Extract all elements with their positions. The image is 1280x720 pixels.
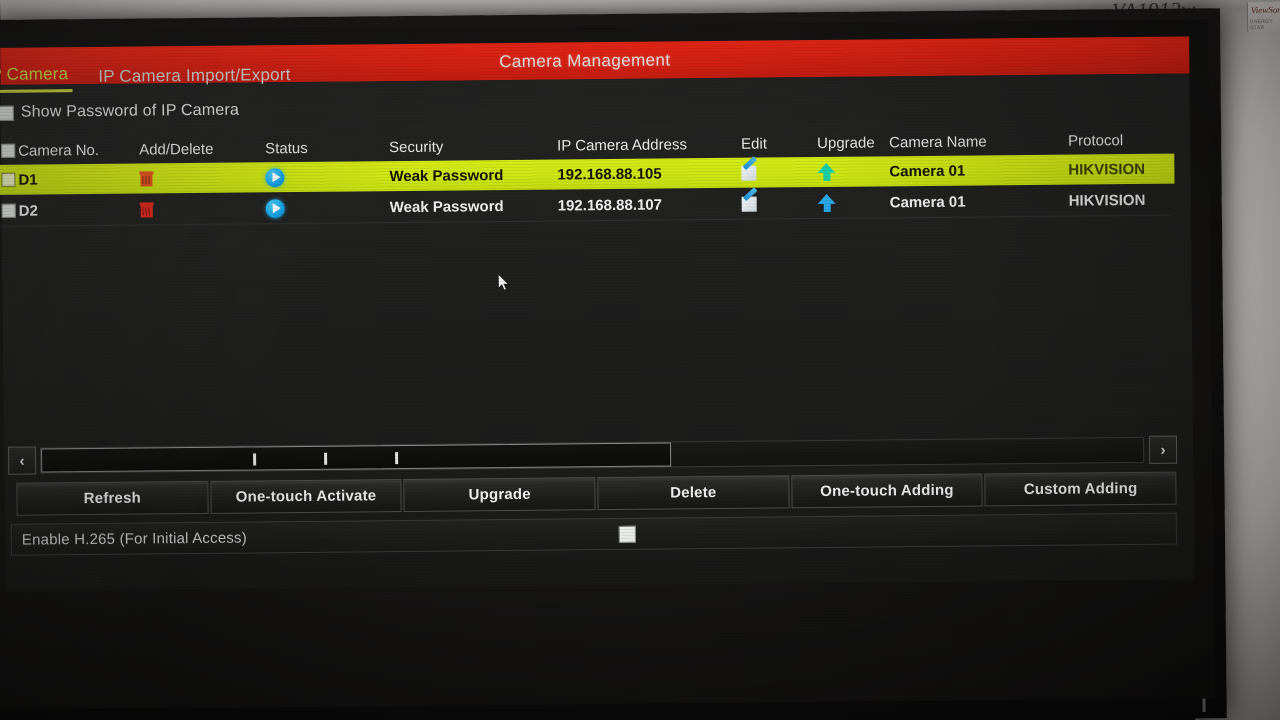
row-status-cell[interactable] bbox=[265, 198, 285, 218]
enable-h265-checkbox[interactable] bbox=[618, 525, 636, 543]
header-upgrade: Upgrade bbox=[817, 133, 875, 152]
row-edit-cell[interactable] bbox=[741, 156, 759, 182]
up-arrow-icon[interactable] bbox=[817, 193, 837, 212]
brand-mark: ViewSonic bbox=[1250, 4, 1280, 16]
row-upgrade-cell[interactable] bbox=[817, 162, 836, 181]
camera-management-dialog: Camera Management P Camera IP Camera Imp… bbox=[0, 19, 1195, 591]
mouse-cursor bbox=[498, 273, 510, 292]
header-security: Security bbox=[389, 138, 444, 156]
row-protocol: HIKVISION bbox=[1068, 191, 1146, 210]
show-password-label: Show Password of IP Camera bbox=[20, 101, 240, 121]
monitor-brand-logo: ViewSonic ENERGY STAR bbox=[1246, 1, 1280, 33]
row-delete-cell[interactable] bbox=[139, 201, 154, 218]
energy-star-label: ENERGY STAR bbox=[1250, 18, 1273, 32]
pencil-icon[interactable] bbox=[741, 156, 759, 181]
row-edit-cell[interactable] bbox=[741, 187, 760, 213]
row-camera-name: Camera 01 bbox=[889, 162, 966, 180]
header-add-delete: Add/Delete bbox=[139, 140, 214, 159]
custom-adding-button[interactable]: Custom Adding bbox=[984, 471, 1177, 507]
header-status: Status bbox=[265, 139, 308, 157]
row-protocol: HIKVISION bbox=[1068, 160, 1146, 179]
play-icon[interactable] bbox=[265, 198, 285, 218]
page-title: Camera Management bbox=[499, 49, 671, 71]
row-status-cell[interactable] bbox=[265, 167, 285, 187]
one-touch-activate-button[interactable]: One-touch Activate bbox=[210, 479, 402, 514]
camera-table: Camera No. Add/Delete Status Security IP… bbox=[0, 126, 1175, 227]
row-security: Weak Password bbox=[389, 197, 504, 216]
scrollbar-thumb[interactable] bbox=[41, 442, 672, 473]
trash-icon[interactable] bbox=[139, 202, 154, 218]
scroll-right-button[interactable]: › bbox=[1148, 435, 1178, 464]
scrollbar-tick bbox=[253, 453, 257, 466]
row-checkbox[interactable] bbox=[1, 172, 16, 187]
show-password-row[interactable]: Show Password of IP Camera bbox=[0, 102, 239, 122]
tab-ip-camera-import-export[interactable]: IP Camera Import/Export bbox=[94, 65, 295, 92]
select-all-checkbox[interactable] bbox=[1, 143, 16, 158]
header-edit: Edit bbox=[741, 135, 768, 153]
header-camera-name: Camera Name bbox=[889, 132, 987, 151]
row-delete-cell[interactable] bbox=[139, 170, 154, 187]
row-camera-no-label: D1 bbox=[18, 171, 38, 189]
tab-ip-camera[interactable]: P Camera bbox=[0, 64, 73, 93]
scroll-left-button[interactable]: ‹ bbox=[7, 446, 37, 475]
show-password-checkbox[interactable] bbox=[0, 105, 14, 121]
header-protocol: Protocol bbox=[1068, 131, 1124, 150]
row-ip-address: 192.168.88.107 bbox=[557, 196, 663, 215]
row-camera-no: D2 bbox=[1, 202, 38, 220]
pencil-icon[interactable] bbox=[741, 187, 760, 212]
enable-h265-label: Enable H.265 (For Initial Access) bbox=[21, 529, 247, 549]
header-ip-camera-address: IP Camera Address bbox=[557, 135, 687, 155]
row-security: Weak Password bbox=[389, 166, 504, 185]
row-camera-name: Camera 01 bbox=[889, 193, 966, 211]
play-icon[interactable] bbox=[265, 167, 285, 187]
delete-button[interactable]: Delete bbox=[597, 475, 790, 511]
row-checkbox[interactable] bbox=[1, 203, 16, 218]
one-touch-adding-button[interactable]: One-touch Adding bbox=[790, 473, 983, 509]
photograph-of-monitor: VA1912w ViewSonic ENERGY STAR Camera Man… bbox=[0, 0, 1280, 720]
tab-bar: P Camera IP Camera Import/Export bbox=[0, 62, 295, 93]
monitor-screen: Camera Management P Camera IP Camera Imp… bbox=[0, 19, 1215, 710]
up-arrow-icon[interactable] bbox=[817, 162, 836, 181]
row-upgrade-cell[interactable] bbox=[817, 193, 837, 212]
refresh-button[interactable]: Refresh bbox=[16, 480, 209, 516]
scrollbar-tick bbox=[395, 452, 399, 465]
row-camera-no: D1 bbox=[1, 171, 38, 189]
scrollbar-tick bbox=[324, 452, 328, 465]
header-camera-no: Camera No. bbox=[1, 141, 99, 159]
row-camera-no-label: D2 bbox=[18, 202, 38, 220]
upgrade-button[interactable]: Upgrade bbox=[403, 477, 596, 513]
header-camera-no-label: Camera No. bbox=[18, 141, 100, 160]
row-ip-address: 192.168.88.105 bbox=[557, 165, 662, 184]
trash-icon[interactable] bbox=[139, 171, 154, 187]
